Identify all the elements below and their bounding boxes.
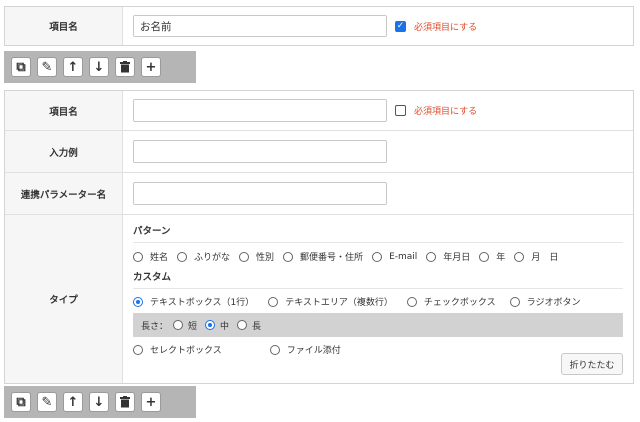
copy-icon[interactable]: ⧉: [11, 392, 31, 412]
custom-title: カスタム: [133, 272, 172, 283]
length-bar: 長さ： 短 中 長: [133, 313, 623, 337]
length-radio-medium[interactable]: [205, 320, 216, 330]
pattern-option[interactable]: 姓名: [133, 250, 168, 263]
required-checkbox[interactable]: ✓: [395, 20, 406, 32]
length-option-label: 短: [188, 321, 198, 332]
custom-option[interactable]: テキストボックス（1行）: [133, 295, 254, 308]
pattern-option[interactable]: 年: [479, 250, 505, 263]
example-label: 入力例: [5, 131, 123, 172]
field-name-input[interactable]: [133, 99, 387, 122]
field-name-label: 項目名: [5, 91, 123, 130]
custom-options-row2: セレクトボックス ファイル添付: [133, 343, 623, 356]
length-option-label: 長: [252, 321, 262, 332]
pattern-option[interactable]: 月: [514, 250, 540, 263]
pattern-option[interactable]: 日: [549, 250, 558, 263]
copy-icon[interactable]: ⧉: [11, 57, 31, 77]
field-name-label: 項目名: [5, 7, 123, 45]
type-label: タイプ: [5, 215, 123, 383]
pattern-title: パターン: [133, 226, 171, 237]
required-label: 必須項目にする: [414, 22, 478, 33]
pattern-options: 姓名 ふりがな 性別 郵便番号・住所 E-mail 年月日 年 月 日: [133, 250, 623, 263]
arrow-down-icon[interactable]: ↓: [89, 392, 109, 412]
plus-icon[interactable]: +: [141, 392, 161, 412]
field-panel-2: 項目名 必須項目にする 入力例 連携パラメーター名 タイプ パターン 姓名 ふり…: [4, 90, 634, 384]
arrow-up-icon[interactable]: ↑: [63, 392, 83, 412]
required-checkbox[interactable]: [395, 105, 406, 116]
custom-option[interactable]: テキストエリア（複数行）: [268, 295, 393, 308]
pattern-option[interactable]: ふりがな: [177, 250, 230, 263]
param-input[interactable]: [133, 182, 387, 205]
required-label: 必須項目にする: [414, 107, 478, 117]
length-radio-short[interactable]: [173, 320, 184, 330]
custom-option[interactable]: チェックボックス: [406, 295, 496, 308]
length-option-label: 中: [220, 321, 230, 332]
pattern-option[interactable]: 年月日: [426, 250, 470, 263]
param-label: 連携パラメーター名: [5, 173, 123, 214]
collapse-button[interactable]: 折りたたむ: [561, 353, 623, 375]
pencil-icon[interactable]: ✎: [37, 392, 57, 412]
custom-option[interactable]: ラジオボタン: [509, 295, 580, 308]
length-radio-long[interactable]: [237, 320, 248, 330]
pencil-icon[interactable]: ✎: [37, 57, 57, 77]
pattern-option[interactable]: 性別: [239, 250, 274, 263]
trash-icon[interactable]: [115, 57, 135, 77]
arrow-up-icon[interactable]: ↑: [63, 57, 83, 77]
field-panel-1: 項目名 ✓ 必須項目にする: [4, 6, 634, 46]
item-toolbar-1: ⧉ ✎ ↑ ↓ +: [4, 51, 196, 83]
custom-option[interactable]: ファイル添付: [269, 343, 341, 356]
length-label: 長さ：: [141, 321, 169, 332]
pattern-option[interactable]: E-mail: [372, 250, 417, 263]
arrow-down-icon[interactable]: ↓: [89, 57, 109, 77]
plus-icon[interactable]: +: [141, 57, 161, 77]
custom-option[interactable]: セレクトボックス: [133, 343, 222, 356]
item-toolbar-2: ⧉ ✎ ↑ ↓ +: [4, 386, 196, 418]
custom-options-row1: テキストボックス（1行） テキストエリア（複数行） チェックボックス ラジオボタ…: [133, 295, 623, 308]
example-input[interactable]: [133, 140, 387, 163]
pattern-option[interactable]: 郵便番号・住所: [283, 250, 363, 263]
trash-icon[interactable]: [115, 392, 135, 412]
field-name-input[interactable]: [133, 15, 387, 37]
